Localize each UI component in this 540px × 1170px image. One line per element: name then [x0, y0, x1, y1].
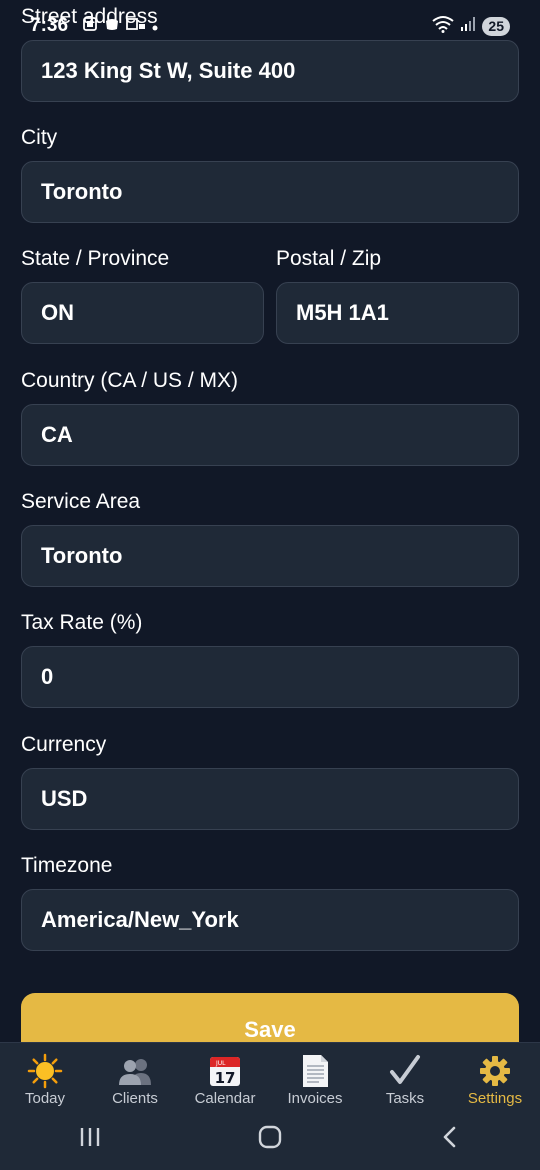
- gear-icon: [477, 1053, 513, 1089]
- state-province-label: State / Province: [21, 247, 170, 270]
- country-label: Country (CA / US / MX): [21, 369, 239, 392]
- currency-input[interactable]: USD: [21, 768, 519, 830]
- calendar-month-text: JUL: [215, 1060, 226, 1067]
- service-area-label: Service Area: [21, 490, 141, 513]
- cast-icon: [126, 16, 146, 37]
- status-system-icons: 25: [432, 15, 510, 38]
- back-icon: [440, 1125, 460, 1154]
- tab-invoices-label: Invoices: [287, 1090, 343, 1107]
- sun-icon: [27, 1053, 63, 1089]
- checkmark-icon: [387, 1053, 423, 1089]
- dot-icon: [152, 18, 158, 36]
- tab-clients-label: Clients: [112, 1090, 158, 1107]
- bottom-tab-bar: Today Clients JUL 17 Calendar Invoices T…: [0, 1042, 540, 1109]
- status-notification-icons: [82, 16, 158, 37]
- screenshot-icon: [82, 16, 98, 37]
- calendar-day-text: 17: [215, 1069, 236, 1087]
- tab-tasks-label: Tasks: [385, 1090, 425, 1107]
- recent-apps-button[interactable]: [60, 1119, 120, 1159]
- app-notification-icon: [104, 16, 120, 37]
- people-icon: [117, 1053, 153, 1089]
- currency-label: Currency: [21, 733, 107, 756]
- home-icon: [257, 1124, 283, 1155]
- status-bar: 7:36 25: [0, 0, 540, 52]
- city-input[interactable]: Toronto: [21, 161, 519, 223]
- calendar-icon: JUL 17: [207, 1053, 243, 1089]
- state-province-input[interactable]: ON: [21, 282, 264, 344]
- battery-badge: 25: [482, 17, 510, 36]
- wifi-icon: [432, 15, 455, 38]
- home-button[interactable]: [240, 1119, 300, 1159]
- status-time: 7:36: [30, 15, 69, 36]
- tab-settings-label: Settings: [467, 1090, 523, 1107]
- tab-settings[interactable]: Settings: [450, 1043, 540, 1109]
- settings-screen: Street address 7:36 25 123 King St W, Su…: [0, 0, 540, 1170]
- country-input[interactable]: CA: [21, 404, 519, 466]
- tab-invoices[interactable]: Invoices: [270, 1043, 360, 1109]
- back-button[interactable]: [420, 1119, 480, 1159]
- timezone-input[interactable]: America/New_York: [21, 889, 519, 951]
- timezone-label: Timezone: [21, 854, 113, 877]
- service-area-input[interactable]: Toronto: [21, 525, 519, 587]
- tab-today[interactable]: Today: [0, 1043, 90, 1109]
- document-icon: [297, 1053, 333, 1089]
- tab-tasks[interactable]: Tasks: [360, 1043, 450, 1109]
- recent-apps-icon: [78, 1126, 102, 1153]
- tab-today-label: Today: [24, 1090, 66, 1107]
- system-nav-bar: [0, 1108, 540, 1170]
- postal-zip-input[interactable]: M5H 1A1: [276, 282, 519, 344]
- city-label: City: [21, 126, 58, 149]
- tax-rate-label: Tax Rate (%): [21, 611, 143, 634]
- tab-calendar[interactable]: JUL 17 Calendar: [180, 1043, 270, 1109]
- tab-calendar-label: Calendar: [194, 1090, 256, 1107]
- postal-zip-label: Postal / Zip: [276, 247, 382, 270]
- signal-icon: [460, 16, 476, 37]
- tab-clients[interactable]: Clients: [90, 1043, 180, 1109]
- tax-rate-input[interactable]: 0: [21, 646, 519, 708]
